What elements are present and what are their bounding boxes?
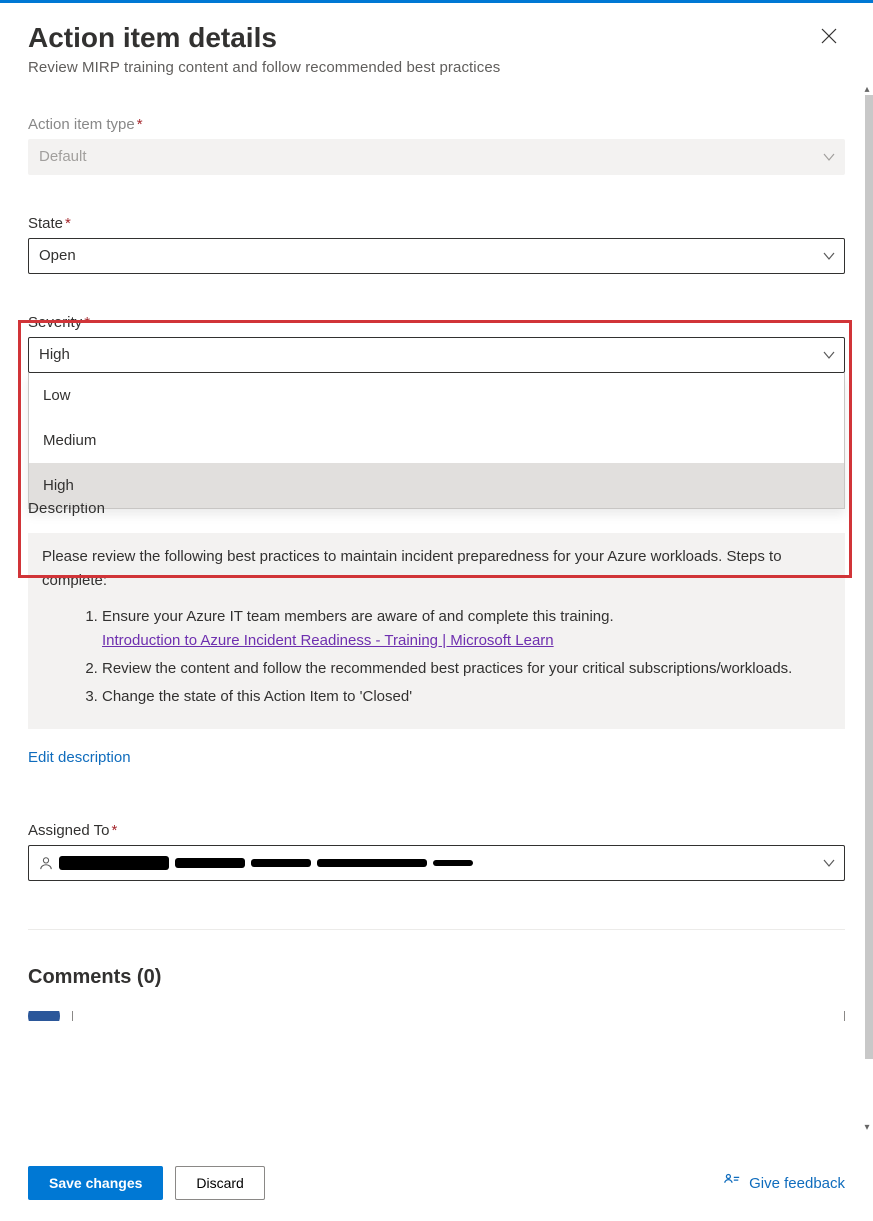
- comment-input[interactable]: [72, 1011, 845, 1021]
- description-step-1: Ensure your Azure IT team members are aw…: [102, 605, 831, 653]
- page-subtitle: Review MIRP training content and follow …: [28, 59, 500, 76]
- severity-option-high[interactable]: High: [29, 463, 844, 508]
- comment-compose-row: [28, 1011, 845, 1021]
- scrollbar[interactable]: [865, 95, 873, 1121]
- label-assigned-to: Assigned To*: [28, 822, 845, 839]
- select-value: Open: [39, 247, 76, 264]
- description-step-2: Review the content and follow the recomm…: [102, 657, 831, 681]
- field-assigned-to: Assigned To*: [28, 822, 845, 881]
- comments-header: Comments (0): [28, 966, 845, 989]
- edit-description-button[interactable]: Edit description: [28, 749, 131, 766]
- select-state[interactable]: Open: [28, 238, 845, 274]
- description-step-3: Change the state of this Action Item to …: [102, 685, 831, 709]
- scroll-arrow-down[interactable]: ▾: [861, 1121, 873, 1133]
- label-severity: Severity*: [28, 314, 845, 331]
- feedback-icon: [723, 1172, 741, 1194]
- close-button[interactable]: [813, 21, 845, 53]
- required-marker: *: [137, 116, 143, 133]
- label-state: State*: [28, 215, 845, 232]
- field-state: State* Open: [28, 215, 845, 274]
- severity-option-medium[interactable]: Medium: [29, 418, 844, 463]
- save-button[interactable]: Save changes: [28, 1166, 163, 1200]
- select-value: High: [39, 346, 70, 363]
- discard-button[interactable]: Discard: [175, 1166, 264, 1200]
- description-intro: Please review the following best practic…: [42, 545, 831, 593]
- select-assigned-to[interactable]: [28, 845, 845, 881]
- close-icon: [821, 28, 837, 47]
- chevron-down-icon: [822, 348, 836, 362]
- chevron-down-icon: [822, 249, 836, 263]
- select-severity[interactable]: High: [28, 337, 845, 373]
- give-feedback-link[interactable]: Give feedback: [723, 1172, 845, 1194]
- description-link[interactable]: Introduction to Azure Incident Readiness…: [102, 632, 554, 649]
- panel-header: Action item details Review MIRP training…: [28, 21, 845, 76]
- severity-dropdown-list: Low Medium High: [28, 373, 845, 509]
- footer-bar: Save changes Discard Give feedback: [0, 1145, 873, 1221]
- select-action-item-type: Default: [28, 139, 845, 175]
- description-box: Please review the following best practic…: [28, 533, 845, 729]
- section-divider: [28, 929, 845, 930]
- field-action-item-type: Action item type* Default: [28, 116, 845, 175]
- label-action-item-type: Action item type*: [28, 116, 845, 133]
- assigned-value-redacted: [59, 856, 169, 870]
- chevron-down-icon: [822, 150, 836, 164]
- user-icon: [39, 856, 53, 870]
- chevron-down-icon: [822, 856, 836, 870]
- required-marker: *: [111, 822, 117, 839]
- page-title: Action item details: [28, 21, 500, 55]
- panel-body: Action item details Review MIRP training…: [0, 3, 873, 1221]
- scroll-arrow-up[interactable]: ▴: [861, 83, 873, 95]
- label-description-truncated: Description: [28, 503, 845, 517]
- scrollbar-thumb[interactable]: [865, 95, 873, 1059]
- required-marker: *: [65, 215, 71, 232]
- field-severity: Severity* High Low Medium High: [28, 314, 845, 509]
- avatar: [28, 1011, 60, 1021]
- severity-option-low[interactable]: Low: [29, 373, 844, 418]
- select-value: Default: [39, 148, 87, 165]
- required-marker: *: [84, 314, 90, 331]
